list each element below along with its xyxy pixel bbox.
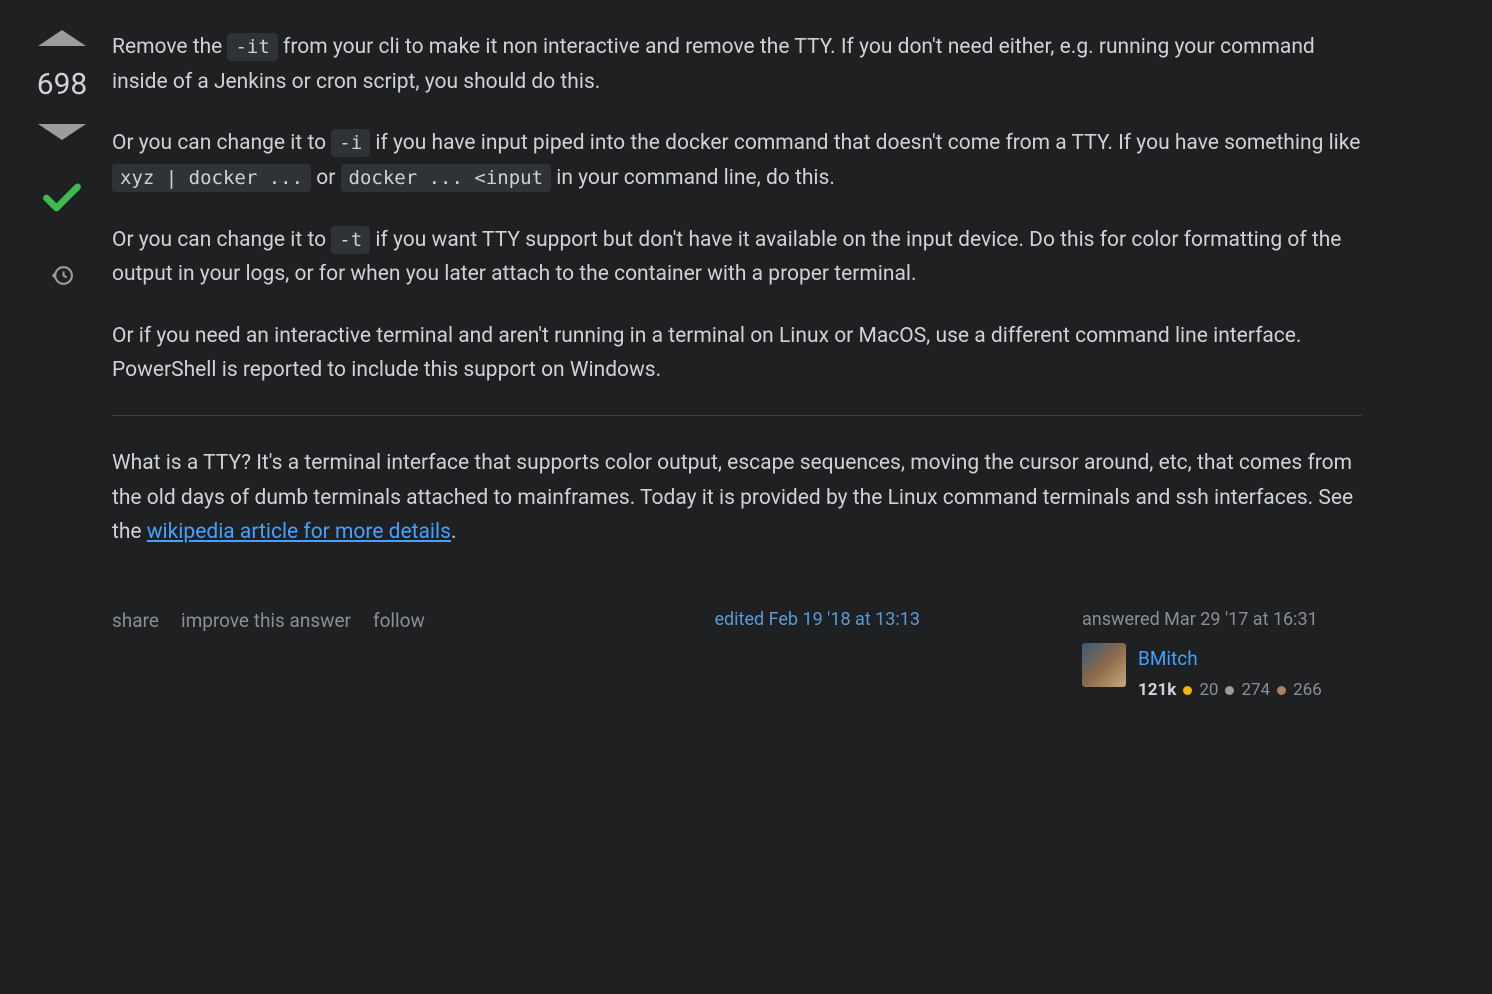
wikipedia-link[interactable]: wikipedia article for more details	[147, 520, 451, 544]
user-name-link[interactable]: BMitch	[1138, 643, 1322, 674]
accepted-check-icon	[37, 178, 87, 230]
answered-timestamp: answered Mar 29 '17 at 16:31	[1082, 605, 1362, 635]
user-card: answered Mar 29 '17 at 16:31 BMitch 121k…	[1082, 605, 1362, 704]
divider	[112, 415, 1362, 416]
vote-score: 698	[37, 60, 88, 110]
inline-code: xyz | docker ...	[112, 164, 311, 192]
paragraph: Or if you need an interactive terminal a…	[112, 319, 1362, 388]
vote-column: 698	[30, 30, 94, 704]
paragraph: Or you can change it to -i if you have i…	[112, 126, 1362, 195]
paragraph: Remove the -it from your cli to make it …	[112, 30, 1362, 99]
follow-link[interactable]: follow	[373, 605, 425, 636]
paragraph: Or you can change it to -t if you want T…	[112, 223, 1362, 292]
improve-link[interactable]: improve this answer	[181, 605, 351, 636]
gold-badge-icon	[1183, 686, 1192, 695]
avatar[interactable]	[1082, 643, 1126, 687]
inline-code: docker ... <input	[341, 164, 551, 192]
silver-badge-icon	[1225, 686, 1234, 695]
upvote-button[interactable]	[38, 30, 86, 46]
downvote-button[interactable]	[38, 124, 86, 140]
inline-code: -t	[331, 226, 370, 254]
answer-post: 698 Remove the -it from your cli to make…	[30, 30, 1362, 704]
reputation-line: 121k 20 274 266	[1138, 676, 1322, 704]
timeline-icon[interactable]	[50, 263, 75, 300]
inline-code: -it	[227, 33, 277, 61]
bronze-count: 266	[1293, 676, 1322, 704]
paragraph: What is a TTY? It's a terminal interface…	[112, 446, 1362, 550]
inline-code: -i	[331, 129, 370, 157]
answer-body: Remove the -it from your cli to make it …	[112, 30, 1362, 704]
post-actions-row: share improve this answer follow edited …	[112, 605, 1362, 704]
gold-count: 20	[1199, 676, 1218, 704]
silver-count: 274	[1241, 676, 1270, 704]
edited-timestamp[interactable]: edited Feb 19 '18 at 13:13	[714, 605, 920, 635]
reputation: 121k	[1138, 676, 1176, 704]
share-link[interactable]: share	[112, 605, 159, 636]
bronze-badge-icon	[1277, 686, 1286, 695]
